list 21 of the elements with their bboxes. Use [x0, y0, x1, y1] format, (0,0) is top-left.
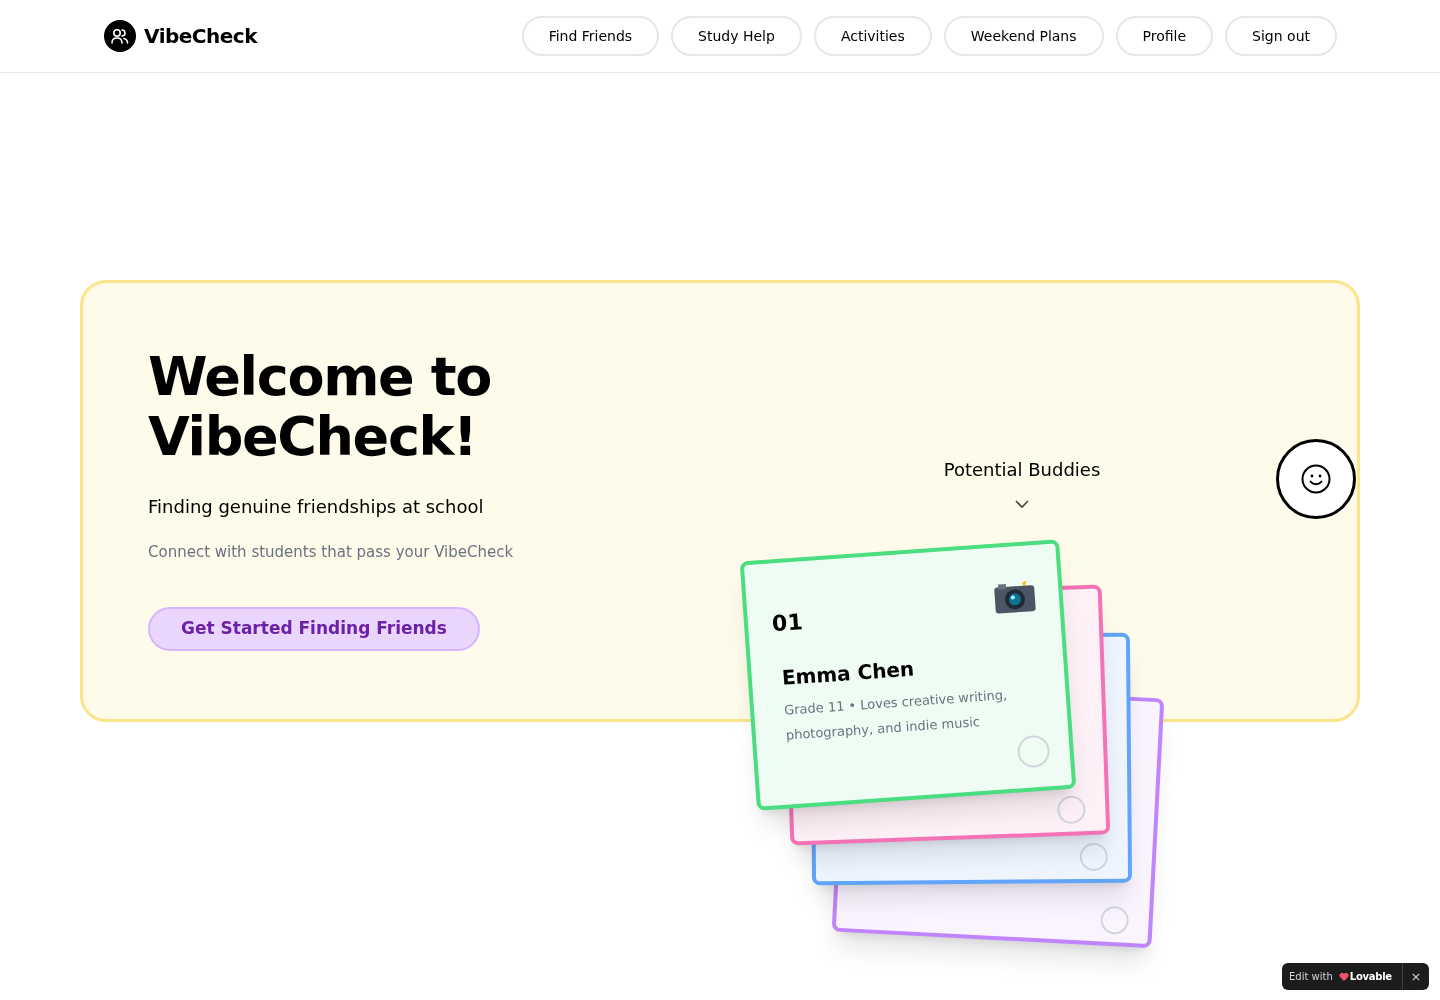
badge-text: Edit with — [1289, 970, 1333, 984]
nav-link[interactable]: Activities — [813, 16, 932, 56]
brand-name: VibeCheck — [144, 23, 257, 50]
hero-title: Welcome to VibeCheck! — [148, 347, 491, 467]
section-heading: Potential Buddies — [943, 458, 1101, 482]
nav-link[interactable]: Study Help — [671, 16, 802, 56]
people-icon — [104, 20, 136, 52]
badge-brand: Lovable — [1349, 970, 1392, 984]
card-number: 01 — [770, 608, 804, 639]
nav-link[interactable]: Sign out — [1225, 16, 1337, 56]
smiley-icon — [1300, 463, 1332, 495]
edit-badge[interactable]: Edit with Lovable × — [1282, 963, 1429, 990]
nav-link[interactable]: Profile — [1115, 16, 1214, 56]
get-started-button[interactable]: Get Started Finding Friends — [148, 606, 480, 651]
hero-subtitle: Finding genuine friendships at school — [148, 495, 484, 519]
close-button[interactable]: × — [1403, 966, 1429, 987]
nav-link[interactable]: Weekend Plans — [943, 16, 1104, 56]
chevron-down-icon[interactable] — [1014, 499, 1030, 509]
heart-icon — [1338, 971, 1349, 982]
hero-tagline: Connect with students that pass your VibeCheck — [148, 542, 514, 563]
nav-link[interactable]: Find Friends — [521, 16, 660, 56]
